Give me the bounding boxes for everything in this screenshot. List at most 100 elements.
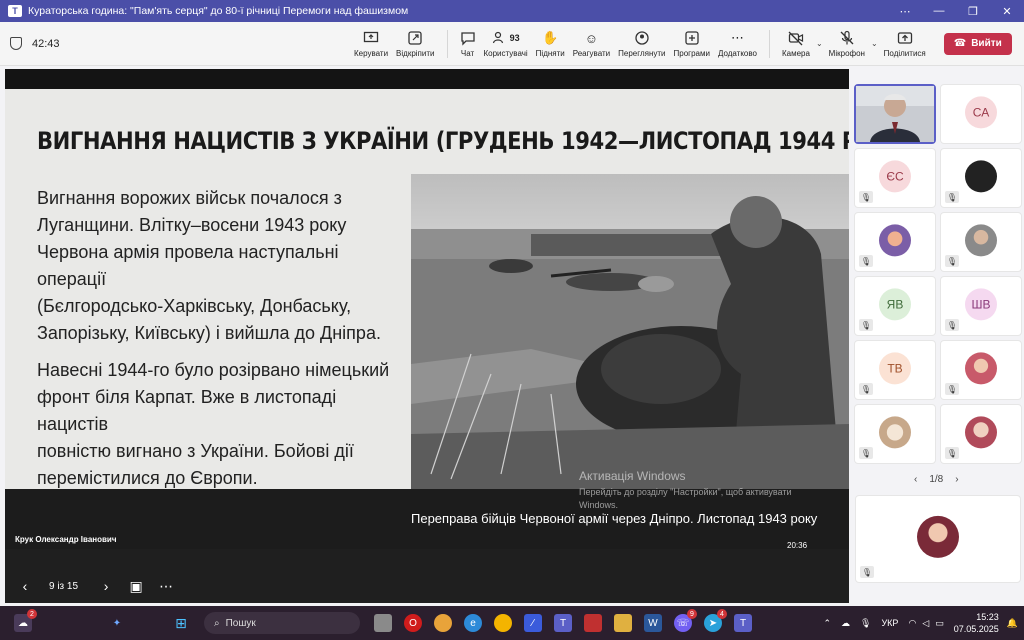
opera-icon[interactable]: O [404,614,422,632]
more-label: Додатково [717,49,757,58]
mic-button[interactable]: Мікрофон [825,22,869,66]
participant-tile[interactable]: ЄС 🎙 [854,148,936,208]
activation-watermark-line: Перейдіть до розділу "Настройки", щоб ак… [579,487,792,497]
mic-tray-icon[interactable]: 🎙 [860,618,871,629]
avatar [879,416,911,449]
pop-out-button[interactable]: Відкріпити [392,22,438,66]
more-options-icon[interactable]: ⋯ [888,5,922,18]
paragraph-line: Луганщини. Влітку–восени 1943 року [37,215,347,235]
title-bar: T Кураторська година: "Пам'ять серця" до… [0,0,1024,22]
avatar [965,416,997,449]
more-button[interactable]: ⋯ Додатково [714,22,761,66]
view-button[interactable]: Переглянути [614,22,669,66]
maximize-button[interactable]: ❐ [956,5,990,18]
paragraph-line: фронт біля Карпат. Вже в листопаді нацис… [37,387,337,434]
clock-date: 07.05.2025 [953,624,999,634]
participant-tile[interactable]: ТВ 🎙 [854,340,936,400]
mic-label: Мікрофон [828,49,865,58]
language-indicator[interactable]: УКР [881,618,898,628]
system-clock[interactable]: 15:23 07.05.2025 [954,611,999,635]
next-slide-button[interactable]: › [96,578,116,594]
notification-badge: 2 [27,609,37,619]
widgets-icon[interactable]: ☁ 2 [14,609,37,632]
teams-taskbar-icon[interactable]: T [554,614,572,632]
participant-initials: ЄС [879,160,911,193]
file-explorer-icon[interactable] [614,614,632,632]
app-icon[interactable]: ∕ [524,614,542,632]
participant-tile[interactable]: 🎙 [854,404,936,464]
start-icon[interactable]: ⊞ [172,614,190,632]
app-icon[interactable] [584,614,602,632]
mic-off-icon: 🎙 [859,255,873,267]
slide-paragraph-2: Навесні 1944-го було розірвано німецький… [37,357,407,492]
participant-tile[interactable]: ЯВ 🎙 [854,276,936,336]
mic-off-icon: 🎙 [945,319,959,331]
battery-icon[interactable]: ▭ [935,618,944,629]
chevron-up-icon[interactable]: ⌃ [823,618,831,629]
participant-tile[interactable]: 🎙 [940,148,1022,208]
wifi-icon[interactable]: ◠ [908,618,916,629]
slide-more-icon[interactable]: ⋯ [156,578,176,595]
chat-button[interactable]: Чат [456,22,480,66]
close-button[interactable]: ✕ [990,5,1024,18]
self-video-tile[interactable]: 🎙 [855,495,1021,583]
volume-icon[interactable]: ◁ [922,618,929,629]
shared-content-stage: ВИГНАННЯ НАЦИСТІВ З УКРАЇНИ (ГРУДЕНЬ 194… [5,69,849,603]
chevron-right-icon[interactable]: › [955,474,958,485]
apps-button[interactable]: Програми [670,22,714,66]
chevron-down-icon[interactable]: ⌄ [816,39,823,48]
copilot-app-icon[interactable] [434,614,452,632]
activation-watermark-line: Windows. [579,500,619,510]
avatar [965,160,997,193]
task-view-icon[interactable] [374,614,392,632]
participant-tile[interactable]: 🎙 [940,212,1022,272]
notification-badge: 9 [687,609,697,619]
participant-tile[interactable]: 🎙 [940,340,1022,400]
minimize-button[interactable]: — [922,5,956,17]
camera-button[interactable]: Камера [778,22,814,66]
edge-icon[interactable]: e [464,614,482,632]
slide-frame: ВИГНАННЯ НАЦИСТІВ З УКРАЇНИ (ГРУДЕНЬ 194… [5,69,849,549]
avatar [879,224,911,257]
slide-counter: 9 із 15 [49,580,79,592]
people-button[interactable]: 93 Користувачі [480,22,532,66]
slide-controls: ‹ 9 із 15 › ▣ ⋯ [5,569,849,603]
participant-tile[interactable]: 🎙 [854,212,936,272]
paragraph-line: Червона армія провела наступальні операц… [37,242,339,289]
search-input[interactable]: ⌕ Пошук [204,612,360,634]
participant-tile[interactable] [854,84,936,144]
previous-slide-button[interactable]: ‹ [15,578,35,594]
react-button[interactable]: ☺ Реагувати [569,22,614,66]
paragraph-line: повністю вигнано з України. Бойові дії [37,441,354,461]
chevron-left-icon[interactable]: ‹ [914,474,917,485]
share-button[interactable]: Поділитися [880,22,930,66]
leave-label: Вийти [971,38,1002,49]
copilot-icon[interactable]: ✦ [108,614,126,632]
mic-off-icon: 🎙 [945,383,959,395]
participant-tile[interactable]: СА [940,84,1022,144]
present-button[interactable]: Керувати [350,22,392,66]
teams-meeting-icon[interactable]: T [734,614,752,632]
slide-grid-icon[interactable]: ▣ [126,578,146,595]
participant-tile[interactable]: ШВ 🎙 [940,276,1022,336]
chat-icon [460,29,476,47]
chevron-down-icon[interactable]: ⌄ [871,39,878,48]
mic-off-icon: 🎙 [859,383,873,395]
notifications-icon[interactable]: 🔔 [1007,618,1018,629]
word-icon[interactable]: W [644,614,662,632]
paragraph-line: (Бєлгородсько-Харківську, Донбаську, [37,296,352,316]
activation-watermark: Активація Windows [579,469,686,483]
telegram-icon[interactable]: ➤ 4 [704,609,727,632]
viber-icon[interactable]: ☏ 9 [674,609,697,632]
chrome-icon[interactable] [494,614,512,632]
participant-tile[interactable]: 🎙 [940,404,1022,464]
raise-hand-icon: ✋ [542,30,559,45]
people-count: 93 [509,33,520,43]
raise-hand-button[interactable]: ✋ Підняти [532,22,569,66]
present-icon [363,29,379,47]
participant-initials: ЯВ [879,288,911,321]
onedrive-icon[interactable]: ☁ [841,618,850,629]
mic-off-icon: 🎙 [945,447,959,459]
leave-button[interactable]: ☎ Вийти [943,32,1012,55]
shield-icon [10,37,22,50]
